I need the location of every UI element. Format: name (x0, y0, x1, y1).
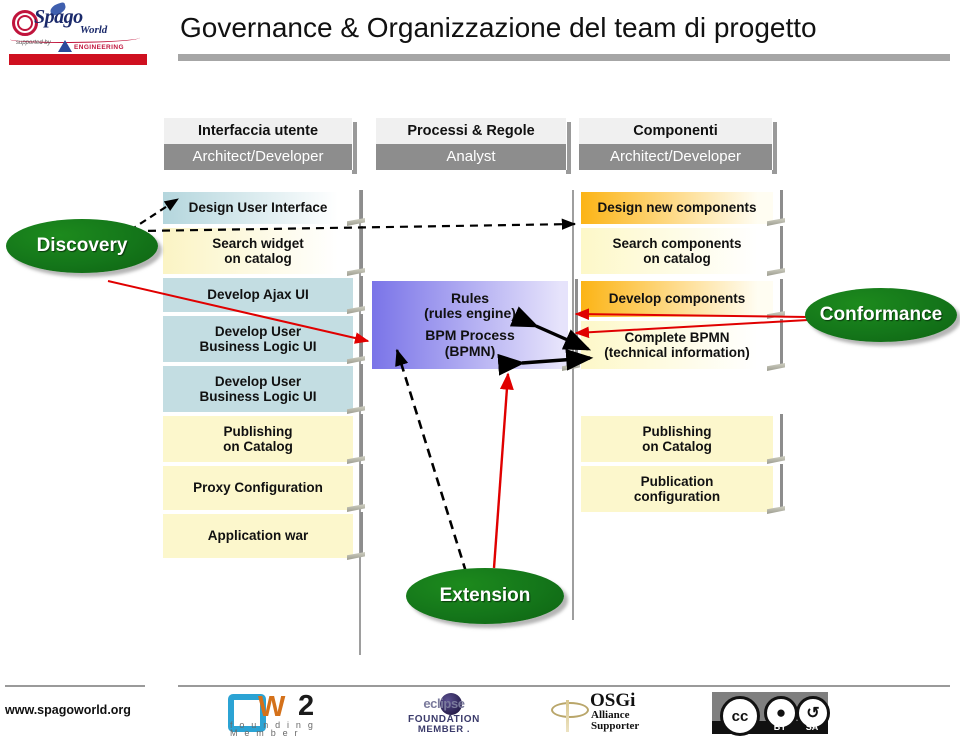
osgi-logo: OSGi Alliance Supporter (548, 690, 658, 738)
box-edge (780, 226, 783, 272)
oval-discovery[interactable]: Discovery (6, 219, 158, 273)
process-step-search-widget-on-catalog[interactable]: Search widget on catalog (163, 226, 363, 274)
rules-label: Rules (450, 289, 490, 306)
oval-label: Extension (439, 585, 531, 606)
column-role-actor: Architect/Developer (578, 144, 773, 170)
oval-label: Conformance (819, 304, 943, 325)
arrow-extension-to-bpm-dashed (395, 348, 468, 573)
step-label: Search components on catalog (612, 235, 742, 266)
column-header-components: Componenti Architect/Developer (578, 118, 773, 170)
step-label: Publication configuration (633, 473, 721, 504)
box-edge (575, 279, 578, 367)
step-label: Design User Interface (188, 200, 328, 216)
box-edge (360, 512, 363, 556)
process-step-proxy-configuration[interactable]: Proxy Configuration (163, 464, 363, 510)
box-edge (780, 190, 783, 222)
box-edge (360, 276, 363, 310)
ow2-w-letter: W (258, 691, 286, 723)
oval-conformance[interactable]: Conformance (805, 288, 957, 342)
footer-divider-left (5, 685, 145, 687)
process-step-publishing-on-catalog-right[interactable]: Publishing on Catalog (581, 414, 783, 462)
box-edge (360, 226, 363, 272)
step-label: Publishing on Catalog (642, 423, 712, 454)
column-header-processes: Processi & Regole Analyst (375, 118, 567, 170)
process-step-develop-components[interactable]: Develop components (581, 279, 783, 317)
arrow-extension-to-rules-box (492, 372, 514, 569)
footer-divider-right (178, 685, 950, 687)
column-role-title: Processi & Regole (375, 118, 567, 144)
process-step-application-war[interactable]: Application war (163, 512, 363, 558)
box-edge (360, 464, 363, 508)
step-label: Develop Ajax UI (207, 287, 309, 303)
process-step-publication-configuration[interactable]: Publication configuration (581, 464, 783, 512)
step-label: Design new components (597, 200, 757, 216)
connector-overlay (77, 198, 809, 573)
eclipse-wordmark: eclipse (423, 696, 465, 711)
logo-wordmark: Spago (34, 6, 83, 28)
creative-commons-badge: cc ● ↺ BY SA (712, 692, 830, 736)
osgi-stem-icon (566, 700, 569, 732)
footer-website-url[interactable]: www.spagoworld.org (5, 703, 131, 717)
process-step-develop-ajax-ui[interactable]: Develop Ajax UI (163, 276, 363, 312)
logo-red-bar (9, 54, 147, 65)
process-step-design-user-interface[interactable]: Design User Interface (163, 190, 363, 224)
column-role-title: Interfaccia utente (163, 118, 353, 144)
box-edge (360, 364, 363, 410)
cc-logo-icon: cc (720, 696, 760, 736)
page-title: Governance & Organizzazione del team di … (180, 12, 817, 43)
step-label: Complete BPMN (technical information) (604, 329, 750, 360)
box-edge (360, 190, 363, 222)
eclipse-member-text: MEMBER . (417, 724, 471, 735)
process-step-develop-user-business-logic-ui-1[interactable]: Develop User Business Logic UI (163, 314, 363, 362)
column-header-ui: Interfaccia utente Architect/Developer (163, 118, 353, 170)
step-label: Search widget on catalog (212, 235, 304, 266)
column-divider-right (572, 190, 574, 620)
process-step-publishing-on-catalog-left[interactable]: Publishing on Catalog (163, 414, 363, 462)
eclipse-logo: eclipse FOUNDATION MEMBER . (398, 693, 490, 736)
process-step-complete-bpmn[interactable]: Complete BPMN (technical information) (581, 319, 783, 369)
step-label: Develop User Business Logic UI (199, 323, 317, 354)
box-edge (780, 464, 783, 510)
box-edge (780, 414, 783, 460)
oval-label: Discovery (36, 235, 128, 256)
rules-engine-label: (rules engine) (424, 305, 516, 322)
box-edge (780, 279, 783, 315)
bpm-process-label: BPM Process (425, 327, 515, 343)
box-edge (780, 319, 783, 367)
process-step-search-components-on-catalog[interactable]: Search components on catalog (581, 226, 783, 274)
column-role-title: Componenti (578, 118, 773, 144)
oval-extension[interactable]: Extension (406, 568, 564, 624)
cc-by-label: BY (773, 722, 787, 732)
box-edge (360, 414, 363, 460)
engineering-wordmark: ENGINEERING (74, 44, 124, 51)
osgi-supporter-text: Supporter (591, 720, 640, 732)
slide-canvas: Spago World supported by ENGINEERING Gov… (0, 0, 960, 741)
step-label: Develop User Business Logic UI (199, 373, 317, 404)
step-label: Application war (207, 528, 309, 544)
process-box-rules-and-bpm[interactable]: Rules (rules engine) BPM Process (BPMN) (372, 279, 578, 369)
spagoworld-logo: Spago World supported by ENGINEERING (6, 1, 147, 65)
engineering-triangle-icon (58, 40, 72, 52)
process-step-develop-user-business-logic-ui-2[interactable]: Develop User Business Logic UI (163, 364, 363, 412)
ow2-logo: W 2 f o u n d i n g M e m b e r (228, 690, 328, 738)
cc-mark-text: cc (731, 707, 749, 725)
cc-sa-label: SA (805, 722, 819, 732)
ow2-two-letter: 2 (298, 690, 315, 722)
step-label: Proxy Configuration (193, 480, 323, 496)
logo-supported-by: supported by (16, 40, 51, 46)
step-label: Publishing on Catalog (223, 423, 293, 454)
ow2-member-text: M e m b e r (230, 728, 300, 738)
osgi-ring-icon (551, 702, 589, 718)
process-step-design-new-components[interactable]: Design new components (581, 190, 783, 224)
box-edge (360, 314, 363, 360)
bpmn-label: (BPMN) (444, 342, 496, 359)
title-underline (178, 54, 950, 61)
column-role-actor: Analyst (375, 144, 567, 170)
column-role-actor: Architect/Developer (163, 144, 353, 170)
step-label: Develop components (608, 291, 746, 307)
